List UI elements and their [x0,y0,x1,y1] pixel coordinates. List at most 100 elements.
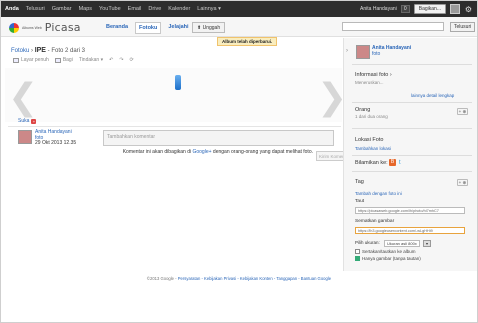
account-avatar[interactable] [450,4,460,14]
sidebar-divider [352,64,472,65]
gbar-link[interactable]: Lainnya ▾ [197,6,221,12]
comment-note-post: dengan orang-orang yang dapat melihat fo… [212,149,313,155]
gbar-link[interactable]: Email [128,6,142,12]
option-label: Hanya gambar (tanpa tautan) [362,256,421,261]
logo-subtitle: Albums Web [22,25,42,30]
slideshow-label: Layar penuh [21,57,49,63]
photo-image[interactable] [175,75,181,90]
checkbox[interactable] [355,256,360,261]
add-person-button[interactable]: + ⊕ [457,108,468,115]
tab-my-photos[interactable]: Fotoku [135,22,162,34]
divider [8,126,341,127]
slideshow-button[interactable]: Layar penuh [13,57,49,63]
embed-heading: Sematkan gambar [355,219,395,224]
photo-link-field[interactable]: https://picasaweb.google.com/lh/photo/hi… [355,207,465,214]
tags-heading: Tag [355,179,364,185]
tab-explore[interactable]: Jelajahi [165,22,191,34]
picasa-logo[interactable]: Albums Web Picasa [9,21,81,34]
comment-note-pre: Komentar ini akan dibagikan di [122,149,192,155]
logo-text: Picasa [44,21,81,34]
slideshow-icon [13,57,19,63]
sidebar-divider [352,102,472,103]
photo-toolbar: Layar penuh Bagi Tindakan ▾ ↶ ↷ ⟳ [13,57,134,63]
comment-input[interactable]: Tambahkan komentar [103,130,334,146]
email-icon [54,57,61,63]
location-heading: Lokasi Foto [355,137,384,143]
plus-one-icon: + [31,118,37,124]
include-album-link-option[interactable]: Sertakan/tautkan ke album [355,249,416,254]
actions-label: Tindakan ▾ [78,57,104,63]
gbar-link[interactable]: Gambar [52,6,72,12]
embed-code-field[interactable]: https://lh3.googleusercontent.com/-wLgHH… [355,227,465,234]
like-label: Suka [18,118,30,124]
add-tags-link[interactable]: Tambah dengan foto ini [355,191,402,196]
photo-info-heading[interactable]: Informasi foto › [355,72,392,78]
share-photo-button[interactable]: Bagi [54,57,73,63]
add-location-link[interactable]: Tambahkan lokasi [355,146,391,151]
upload-button[interactable]: ⬆ Unggah [192,22,226,33]
footer: ©2013 Google - Persyaratan - Kebijakan P… [1,276,477,281]
previous-photo-icon[interactable]: ❮ [8,80,38,116]
gbar-link[interactable]: YouTube [99,6,121,12]
photo-viewer [5,68,342,122]
sidebar-owner-sub[interactable]: foto [372,51,411,58]
gbar-link[interactable]: Anda [5,6,19,12]
main-tabs: Beranda Fotoku Jelajahi [103,22,192,34]
footer-copyright: ©2013 Google - [146,276,177,281]
add-tag-button[interactable]: + ⊕ [457,179,468,186]
search-input[interactable] [342,22,444,31]
share-button[interactable]: Bagikan... [413,4,446,14]
size-select[interactable]: Ukuran asli 800x [384,240,420,247]
search-button[interactable]: Telusuri [450,22,476,32]
breadcrumb-album[interactable]: IPE [35,47,46,54]
details-link[interactable]: lainnya detail lengkap [411,93,454,98]
sidebar-divider [352,155,472,156]
app-header: Albums Web Picasa Beranda Fotoku Jelajah… [1,17,477,37]
gbar-link[interactable]: Telusuri [26,6,45,12]
like-button[interactable]: Suka + [18,118,37,124]
checkbox[interactable] [355,249,360,254]
sidebar-owner: Anita Handayani foto [372,45,411,58]
share-to-heading: Bilamikan ke: [355,160,388,166]
gbar-link[interactable]: Drive [148,6,161,12]
gear-icon[interactable]: ⚙ [464,5,473,14]
collapse-sidebar-icon[interactable]: › [346,48,348,54]
link-heading: Taut [355,199,365,204]
people-heading: Orang [355,107,371,113]
notification-count[interactable]: 0 [400,5,410,13]
gbar-link[interactable]: Maps [79,6,92,12]
size-label: Pilih ukuran: [355,240,380,245]
owner-info: Anita Handayani foto 29 Okt 2013 12.35 [35,129,77,147]
google-bar: Anda Telusuri Gambar Maps YouTube Email … [1,1,477,17]
tab-home[interactable]: Beranda [103,22,131,34]
gbar-right: Anita Handayani 0 Bagikan... ⚙ [360,4,473,14]
photo-date: 29 Okt 2013 12.35 [35,140,77,146]
gbar-link[interactable]: Kalender [168,6,190,12]
blogger-icon[interactable]: B [389,159,396,166]
breadcrumb-position: - Foto 2 dari 3 [47,48,86,54]
footer-links[interactable]: Persyaratan - Kebijakan Privasi - Kebija… [178,276,331,281]
refresh-icon[interactable]: ⟳ [130,57,134,63]
google-plus-link[interactable]: Google+ [192,149,211,155]
rotate-left-icon[interactable]: ↶ [109,57,113,63]
share-icons: B t [389,159,401,166]
image-only-option[interactable]: Hanya gambar (tanpa tautan) [355,256,421,261]
rotate-right-icon[interactable]: ↷ [119,57,123,63]
breadcrumb: Fotoku › IPE - Foto 2 dari 3 [11,47,85,54]
people-sub: 1 dari dua orang [355,114,388,119]
share-label: Bagi [62,57,73,63]
owner-avatar[interactable] [18,130,32,144]
sidebar-divider [352,171,472,172]
notification-banner: Album telah diperbarui. [217,37,278,46]
gbar-links: Anda Telusuri Gambar Maps YouTube Email … [5,6,221,12]
photo-info-sub: Meneruskan... [355,80,384,85]
twitter-icon[interactable]: t [399,160,401,166]
size-dropdown-button[interactable]: ▾ [423,240,431,247]
option-label: Sertakan/tautkan ke album [362,249,416,254]
user-name[interactable]: Anita Handayani [360,6,397,12]
picasa-logo-icon [9,22,19,33]
actions-menu[interactable]: Tindakan ▾ [79,57,103,63]
sidebar-owner-avatar[interactable] [356,45,370,59]
comment-note: Komentar ini akan dibagikan di Google+ d… [108,149,313,156]
breadcrumb-root[interactable]: Fotoku [11,48,29,54]
